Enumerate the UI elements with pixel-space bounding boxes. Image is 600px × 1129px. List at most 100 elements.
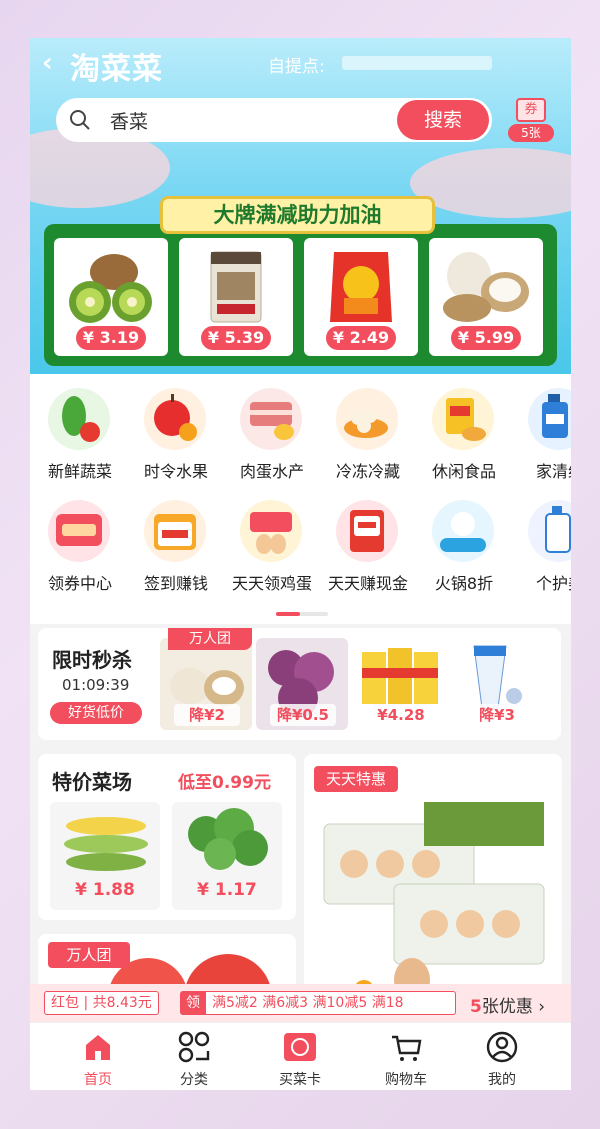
promo-product-snack[interactable]: ¥ 2.49 (304, 238, 418, 356)
flash-item-discount: 降¥3 (464, 704, 530, 726)
tab-category[interactable]: 分类 (144, 1023, 244, 1090)
category-label: 火锅8折 (434, 574, 494, 593)
top-bar: ‹ 淘菜菜 自提点: (30, 38, 571, 87)
category-snacks[interactable]: 休闲食品 (416, 374, 512, 484)
back-button[interactable]: ‹ (42, 48, 53, 78)
card-icon (284, 1033, 316, 1061)
category-label: 新鲜蔬菜 (47, 462, 112, 481)
category-label: 休闲食品 (431, 462, 496, 481)
category-label: 天天领鸡蛋 (231, 574, 312, 593)
vegetable-icon (48, 388, 110, 450)
special-item-price: ¥ 1.17 (197, 880, 257, 900)
cart-icon (392, 1035, 422, 1061)
category-label: 领券中心 (47, 574, 112, 593)
cash-icon (336, 500, 398, 562)
promo-product-kiwi[interactable]: ¥ 3.19 (54, 238, 168, 356)
promo-product-coconut[interactable]: ¥ 5.99 (429, 238, 543, 356)
category-earn-cash[interactable]: 天天赚现金 (320, 486, 416, 596)
category-label: 签到赚钱 (143, 574, 208, 593)
tab-profile[interactable]: 我的 (452, 1023, 552, 1090)
coupon-center-icon (48, 500, 110, 562)
tab-label: 购物车 (385, 1072, 427, 1088)
special-item[interactable]: ¥ 1.88 (50, 802, 160, 910)
coupon-icon: 券 (516, 98, 546, 122)
category-label: 天天赚现金 (327, 574, 408, 593)
promo-price: ¥ 5.39 (201, 326, 271, 350)
flash-item-price: ¥4.28 (368, 704, 434, 726)
promo-price: ¥ 2.49 (326, 326, 396, 350)
category-checkin[interactable]: 签到赚钱 (128, 486, 224, 596)
category-label: 冷冻冷藏 (335, 462, 400, 481)
checkin-icon (144, 500, 206, 562)
flash-sale-title: 限时秒杀 (52, 648, 132, 672)
promo-product-biscuits[interactable]: ¥ 5.39 (179, 238, 293, 356)
hotpot-icon (432, 500, 494, 562)
special-market-card[interactable]: 特价菜场 低至0.99元 ¥ 1.88 ¥ 1.17 (38, 754, 296, 920)
category-fruit[interactable]: 时令水果 (128, 374, 224, 484)
tab-cart[interactable]: 购物车 (356, 1023, 456, 1090)
pickup-point-value[interactable] (342, 56, 492, 70)
snack-bag-icon (330, 252, 392, 322)
app-title: 淘菜菜 (70, 52, 163, 87)
category-label: 个护美 (535, 574, 571, 593)
coupon-more-count: 5 (470, 997, 482, 1017)
category-household[interactable]: 家清纸 (512, 374, 571, 484)
category-personal-care[interactable]: 个护美 (512, 486, 571, 596)
coriander-icon (188, 808, 268, 870)
corn-icon (64, 817, 148, 871)
category-free-eggs[interactable]: 天天领鸡蛋 (224, 486, 320, 596)
bottom-tab-bar: 首页 分类 买菜卡 购物车 我的 (30, 1022, 571, 1090)
group-buy-tag: 万人团 (48, 942, 130, 968)
category-meat[interactable]: 肉蛋水产 (224, 374, 320, 484)
biscuit-pack-icon (210, 251, 262, 323)
category-vegetables[interactable]: 新鲜蔬菜 (32, 374, 128, 484)
detergent-icon (528, 388, 571, 450)
tab-label: 买菜卡 (279, 1072, 321, 1088)
snack-icon (432, 388, 494, 450)
category-label: 时令水果 (143, 462, 208, 481)
red-packet-label: 红包 | 共8.43元 (44, 991, 159, 1015)
flash-item[interactable]: 降¥3 (450, 638, 542, 730)
flash-item[interactable]: ¥4.28 (354, 638, 446, 730)
promo-price: ¥ 5.99 (451, 326, 521, 350)
claim-label: 领 (180, 991, 206, 1015)
search-icon (70, 110, 90, 130)
special-item[interactable]: ¥ 1.17 (172, 802, 282, 910)
coupon-more-label: 张优惠 › (481, 997, 546, 1017)
category-hotpot[interactable]: 火锅8折 (416, 486, 512, 596)
group-buy-badge: 万人团 (168, 628, 252, 650)
coconut-icon (443, 252, 529, 322)
special-market-title: 特价菜场 (52, 770, 132, 794)
flash-item[interactable]: 降¥2 (160, 638, 252, 730)
daily-deal-tag: 天天特惠 (314, 766, 398, 792)
flash-sale-tag: 好货低价 (50, 702, 142, 724)
pickup-point-label[interactable]: 自提点: (268, 52, 325, 77)
flash-item[interactable]: 降¥0.5 (256, 638, 348, 730)
user-icon (486, 1031, 518, 1063)
category-coupon-center[interactable]: 领券中心 (32, 486, 128, 596)
flash-item-discount: 降¥0.5 (270, 704, 336, 726)
tab-home[interactable]: 首页 (48, 1023, 148, 1090)
promo-price: ¥ 3.19 (76, 326, 146, 350)
discount-rules: 满5减2 满6减3 满10减5 满18 (206, 991, 456, 1015)
flash-sale-countdown: 01:09:39 (62, 676, 130, 694)
category-frozen[interactable]: 冷冻冷藏 (320, 374, 416, 484)
search-input[interactable] (110, 106, 390, 134)
meat-icon (240, 388, 302, 450)
coupon-bar[interactable]: 红包 | 共8.43元 领 满5减2 满6减3 满10减5 满18 5张优惠 › (30, 984, 571, 1022)
search-button[interactable]: 搜索 (397, 100, 489, 140)
dumpling-icon (336, 388, 398, 450)
app-screen: ‹ 淘菜菜 自提点: 搜索 券 5张 大牌满减助力加油 ¥ 3.19 (30, 38, 571, 1090)
category-grid: 新鲜蔬菜 时令水果 肉蛋水产 冷冻冷藏 休闲食品 家清 领券中心 签到赚钱 天天… (30, 374, 571, 624)
coupon-more-link[interactable]: 5张优惠 › (470, 992, 545, 1017)
personal-care-icon (528, 500, 571, 562)
tab-vegetable-card[interactable]: 买菜卡 (250, 1023, 350, 1090)
flash-item-discount: 降¥2 (174, 704, 240, 726)
category-icon (178, 1031, 210, 1063)
promo-title: 大牌满减助力加油 (160, 196, 435, 234)
flash-sale-card[interactable]: 限时秒杀 01:09:39 好货低价 降¥2 万人团 降¥0.5 ¥4.28 降… (38, 628, 561, 740)
category-pager (276, 612, 328, 616)
coupon-button[interactable]: 券 5张 (508, 96, 554, 144)
apple-icon (144, 388, 206, 450)
tab-label: 首页 (84, 1072, 112, 1088)
